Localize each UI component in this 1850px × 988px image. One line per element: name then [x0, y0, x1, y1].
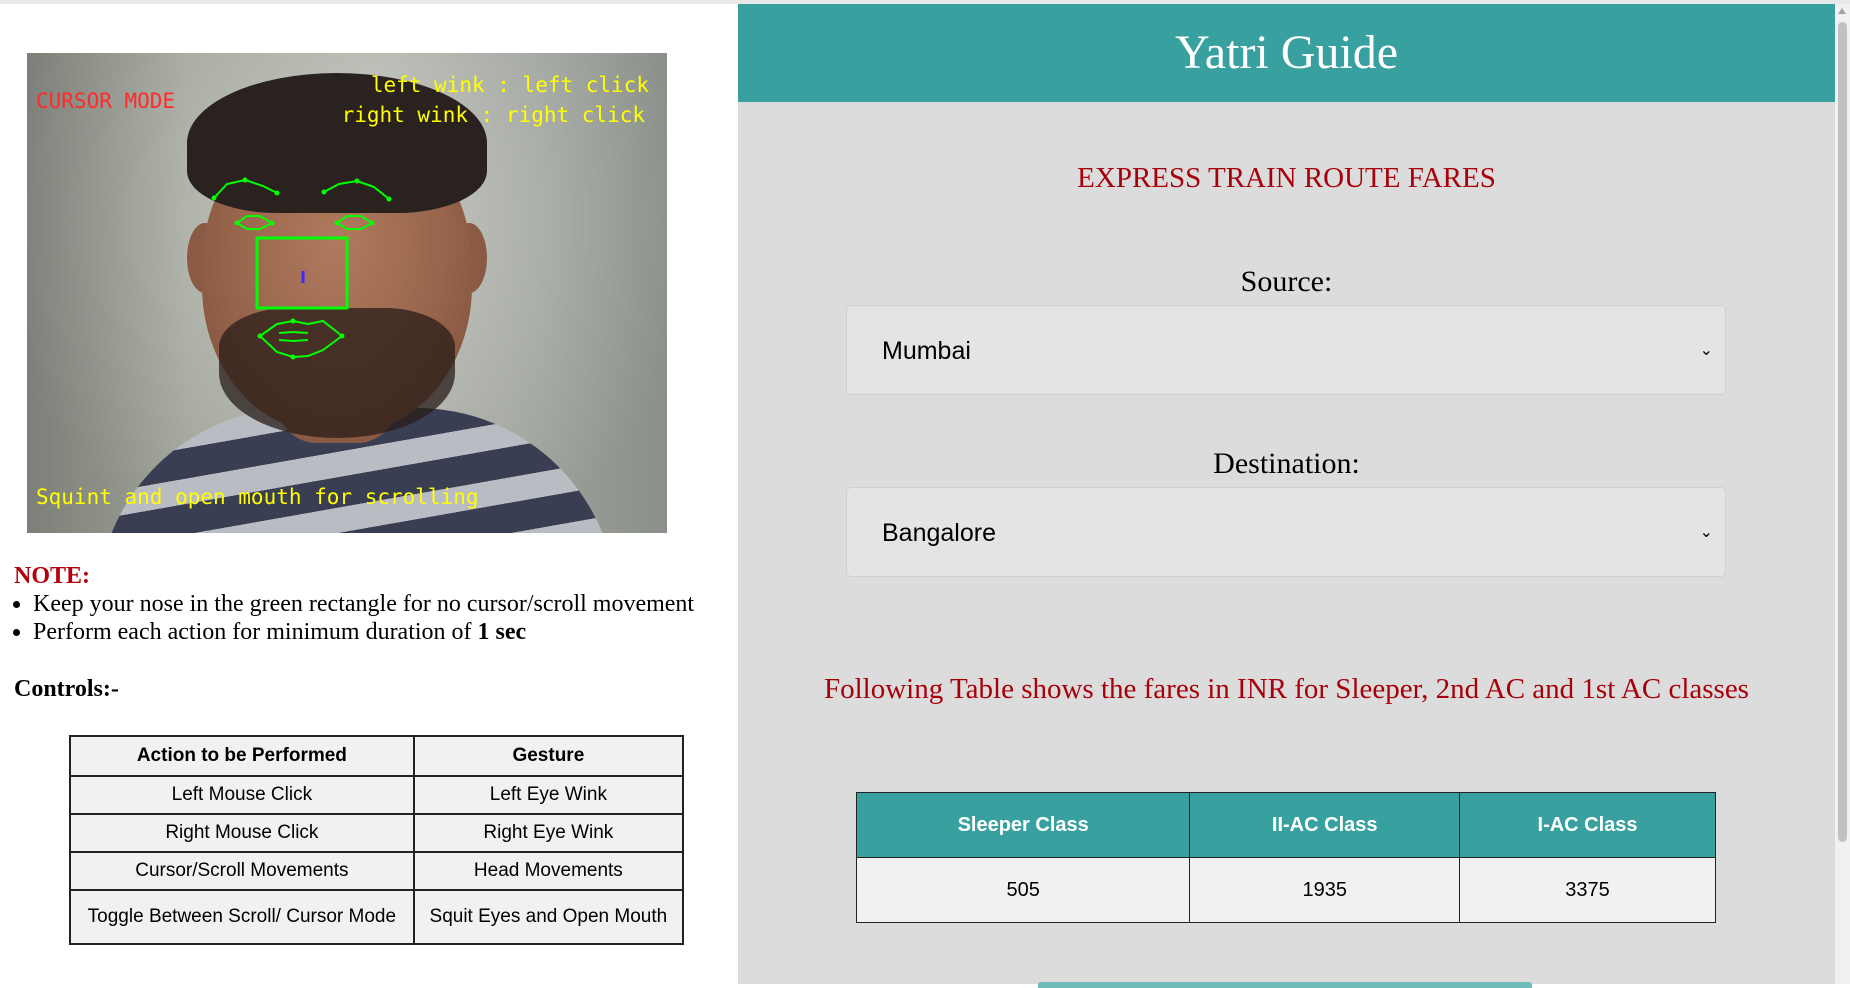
left-eye-landmarks — [235, 215, 275, 230]
app-title: Yatri Guide — [1174, 26, 1399, 79]
app-header: Yatri Guide — [738, 4, 1835, 102]
table-cell: Toggle Between Scroll/ Cursor Mode — [69, 889, 415, 945]
table-cell: Right Eye Wink — [412, 813, 685, 853]
webcam-feed: CURSOR MODE left wink : left click right… — [27, 53, 667, 533]
table-header-row: Action to be Performed Gesture — [69, 735, 685, 777]
source-select[interactable]: Mumbai ⌄ — [846, 305, 1726, 395]
table-header: Gesture — [412, 735, 685, 777]
table-cell: Cursor/Scroll Movements — [69, 851, 415, 891]
table-header: I-AC Class — [1459, 792, 1716, 858]
table-cell: 505 — [855, 857, 1191, 923]
right-eye-landmarks — [335, 215, 374, 230]
controls-table: Action to be Performed Gesture Left Mous… — [69, 735, 685, 945]
fare-info-text: Following Table shows the fares in INR f… — [824, 673, 1749, 705]
note-item-text: Perform each action for minimum duration… — [33, 619, 478, 645]
mouth-inner-landmarks — [278, 330, 309, 334]
chevron-down-icon: ⌄ — [1699, 524, 1713, 541]
table-cell: Left Eye Wink — [412, 775, 685, 815]
table-row: Left Mouse Click Left Eye Wink — [69, 775, 685, 815]
destination-selected-value: Bangalore — [882, 519, 996, 547]
table-cell: 3375 — [1459, 857, 1716, 923]
page-subtitle: EXPRESS TRAIN ROUTE FARES — [1077, 162, 1496, 194]
table-header: Action to be Performed — [69, 735, 415, 777]
cursor-mode-label: CURSOR MODE — [36, 89, 176, 113]
source-selected-value: Mumbai — [882, 337, 971, 365]
scrollbar-thumb[interactable] — [1838, 22, 1847, 842]
table-cell: 1935 — [1189, 857, 1461, 923]
table-cell: Head Movements — [412, 851, 685, 891]
destination-label: Destination: — [1213, 447, 1360, 480]
note-item: Perform each action for minimum duration… — [33, 618, 694, 646]
note-list: Keep your nose in the green rectangle fo… — [0, 590, 694, 646]
left-wink-hint: left wink : left click — [370, 73, 649, 97]
source-label: Source: — [1240, 265, 1333, 298]
right-eyebrow-landmarks — [323, 179, 390, 200]
table-cell: Right Mouse Click — [69, 813, 415, 853]
table-row: Right Mouse Click Right Eye Wink — [69, 813, 685, 853]
table-header: II-AC Class — [1189, 792, 1461, 858]
scroll-hint: Squint and open mouth for scrolling — [36, 485, 479, 509]
table-header: Sleeper Class — [855, 792, 1191, 858]
left-panel: CURSOR MODE left wink : left click right… — [0, 4, 738, 984]
chevron-down-icon: ⌄ — [1699, 342, 1713, 359]
note-duration: 1 sec — [477, 619, 527, 645]
table-header-row: Sleeper Class II-AC Class I-AC Class — [855, 792, 1716, 858]
bottom-button-edge[interactable] — [1038, 982, 1532, 988]
fares-table: Sleeper Class II-AC Class I-AC Class 505… — [855, 792, 1716, 923]
right-wink-hint: right wink : right click — [341, 103, 645, 127]
note-item: Keep your nose in the green rectangle fo… — [33, 590, 694, 618]
table-row: 505 1935 3375 — [855, 857, 1716, 923]
controls-title: Controls:- — [14, 676, 119, 702]
scroll-up-arrow-icon[interactable] — [1838, 8, 1846, 14]
table-cell: Left Mouse Click — [69, 775, 415, 815]
left-eyebrow-landmarks — [213, 178, 278, 199]
table-cell: Squit Eyes and Open Mouth — [412, 889, 685, 945]
mouth-outer-landmarks — [258, 319, 344, 359]
right-panel: Yatri Guide EXPRESS TRAIN ROUTE FARES So… — [738, 4, 1835, 988]
note-title: NOTE: — [14, 563, 91, 589]
destination-select[interactable]: Bangalore ⌄ — [846, 487, 1726, 577]
table-row: Cursor/Scroll Movements Head Movements — [69, 851, 685, 891]
page-scrollbar[interactable] — [1835, 4, 1850, 984]
table-row: Toggle Between Scroll/ Cursor Mode Squit… — [69, 889, 685, 945]
mouth-inner-lower-landmarks — [278, 339, 309, 343]
